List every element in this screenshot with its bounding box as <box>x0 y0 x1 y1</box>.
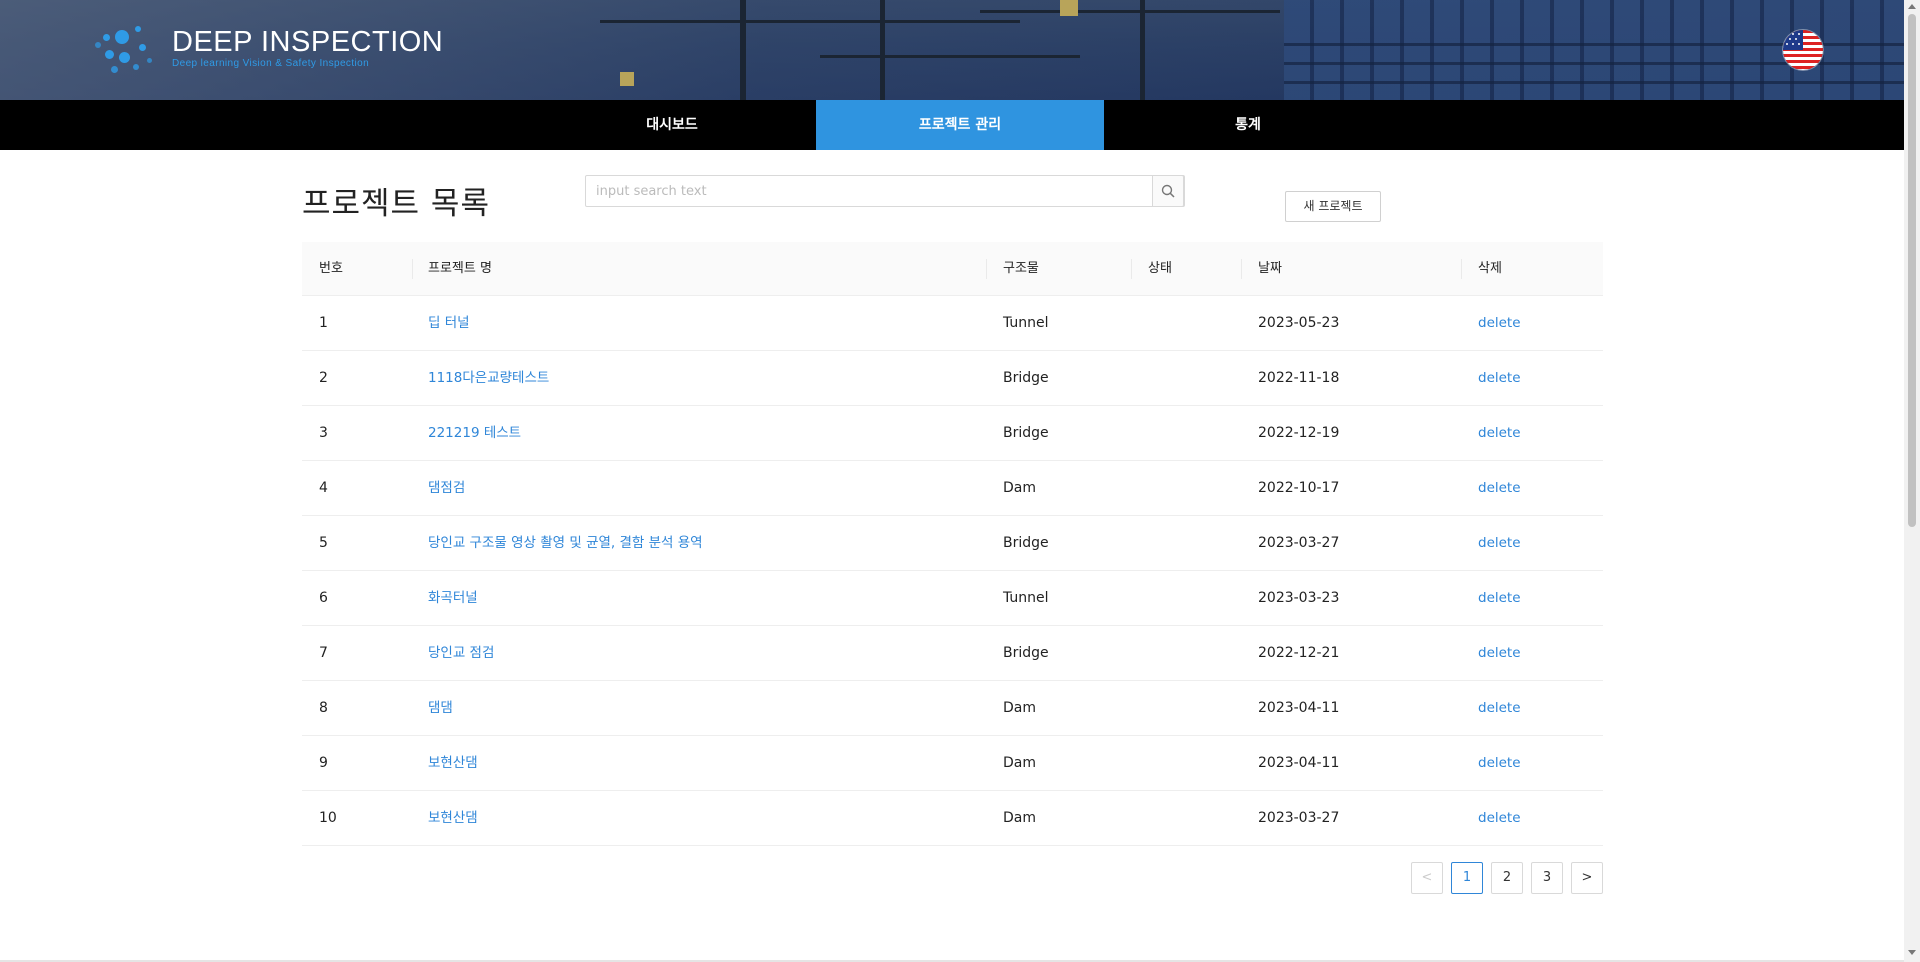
delete-link[interactable]: delete <box>1478 571 1521 626</box>
column-header-number: 번호 <box>319 261 343 276</box>
cell-structure: Dam <box>1003 810 1036 826</box>
page-button-2[interactable]: 2 <box>1491 862 1523 894</box>
table-row: 3 221219 테스트 Bridge 2022-12-19 delete <box>302 406 1603 461</box>
scroll-up-arrow-icon[interactable] <box>1908 4 1916 9</box>
logo-mark-icon <box>95 22 165 77</box>
search-input[interactable] <box>586 176 1152 206</box>
app-window: DEEP INSPECTION Deep learning Vision & S… <box>0 0 1920 962</box>
cell-structure: Dam <box>1003 700 1036 716</box>
column-header-delete: 삭제 <box>1478 261 1502 276</box>
new-project-button[interactable]: 새 프로젝트 <box>1285 191 1381 222</box>
project-name-link[interactable]: 당인교 구조물 영상 촬영 및 균열, 결함 분석 용역 <box>428 516 703 571</box>
project-name-link[interactable]: 보현산댐 <box>428 736 478 791</box>
cell-date: 2022-12-21 <box>1258 645 1340 661</box>
project-name-link[interactable]: 1118다은교량테스트 <box>428 351 549 406</box>
table-header: 번호 프로젝트 명 구조물 상태 날짜 삭제 <box>302 242 1603 296</box>
page-title: 프로젝트 목록 <box>302 186 490 222</box>
cell-date: 2023-05-23 <box>1258 315 1340 331</box>
tab-statistics[interactable]: 통계 <box>1104 100 1392 150</box>
main-nav: 대시보드 프로젝트 관리 통계 <box>0 100 1904 150</box>
cell-structure: Bridge <box>1003 645 1049 661</box>
cell-structure: Dam <box>1003 480 1036 496</box>
cell-number: 6 <box>319 590 328 606</box>
table-row: 7 당인교 점검 Bridge 2022-12-21 delete <box>302 626 1603 681</box>
project-name-link[interactable]: 221219 테스트 <box>428 406 521 461</box>
page-button-3[interactable]: 3 <box>1531 862 1563 894</box>
cell-date: 2023-04-11 <box>1258 700 1340 716</box>
cell-number: 9 <box>319 755 328 771</box>
delete-link[interactable]: delete <box>1478 406 1521 461</box>
cell-structure: Bridge <box>1003 535 1049 551</box>
delete-link[interactable]: delete <box>1478 516 1521 571</box>
pagination: < 1 2 3 > <box>1411 862 1603 894</box>
column-header-status: 상태 <box>1148 261 1172 276</box>
delete-link[interactable]: delete <box>1478 351 1521 406</box>
logo-subtitle: Deep learning Vision & Safety Inspection <box>172 58 370 69</box>
scroll-down-arrow-icon[interactable] <box>1908 950 1916 955</box>
us-flag-icon[interactable] <box>1783 30 1823 70</box>
column-header-date: 날짜 <box>1258 261 1282 276</box>
delete-link[interactable]: delete <box>1478 296 1521 351</box>
cell-date: 2023-03-23 <box>1258 590 1340 606</box>
table-row: 9 보현산댐 Dam 2023-04-11 delete <box>302 736 1603 791</box>
search-button[interactable] <box>1152 175 1184 207</box>
table-row: 8 댐댐 Dam 2023-04-11 delete <box>302 681 1603 736</box>
cell-number: 2 <box>319 370 328 386</box>
cell-date: 2023-03-27 <box>1258 810 1340 826</box>
project-name-link[interactable]: 댐댐 <box>428 681 453 736</box>
cell-structure: Dam <box>1003 755 1036 771</box>
project-name-link[interactable]: 댐점검 <box>428 461 465 516</box>
search-box <box>585 175 1185 207</box>
header-banner: DEEP INSPECTION Deep learning Vision & S… <box>0 0 1904 100</box>
delete-link[interactable]: delete <box>1478 626 1521 681</box>
delete-link[interactable]: delete <box>1478 681 1521 736</box>
cell-number: 3 <box>319 425 328 441</box>
cell-date: 2022-12-19 <box>1258 425 1340 441</box>
tab-project-management[interactable]: 프로젝트 관리 <box>816 100 1104 150</box>
delete-link[interactable]: delete <box>1478 736 1521 791</box>
cell-structure: Tunnel <box>1003 315 1049 331</box>
table-row: 6 화곡터널 Tunnel 2023-03-23 delete <box>302 571 1603 626</box>
next-page-button[interactable]: > <box>1571 862 1603 894</box>
delete-link[interactable]: delete <box>1478 461 1521 516</box>
cell-date: 2022-11-18 <box>1258 370 1340 386</box>
project-name-link[interactable]: 당인교 점검 <box>428 626 494 681</box>
table-row: 2 1118다은교량테스트 Bridge 2022-11-18 delete <box>302 351 1603 406</box>
table-row: 5 당인교 구조물 영상 촬영 및 균열, 결함 분석 용역 Bridge 20… <box>302 516 1603 571</box>
cell-number: 10 <box>319 810 337 826</box>
cell-number: 4 <box>319 480 328 496</box>
project-table: 번호 프로젝트 명 구조물 상태 날짜 삭제 1 딥 터널 Tunnel 202… <box>302 242 1603 846</box>
logo-title[interactable]: DEEP INSPECTION <box>172 26 443 59</box>
cell-date: 2022-10-17 <box>1258 480 1340 496</box>
cell-date: 2023-04-11 <box>1258 755 1340 771</box>
page-button-1[interactable]: 1 <box>1451 862 1483 894</box>
table-row: 10 보현산댐 Dam 2023-03-27 delete <box>302 791 1603 846</box>
column-header-project-name: 프로젝트 명 <box>428 261 492 276</box>
cell-structure: Bridge <box>1003 425 1049 441</box>
vertical-scrollbar[interactable] <box>1904 0 1920 962</box>
table-row: 4 댐점검 Dam 2022-10-17 delete <box>302 461 1603 516</box>
cell-structure: Bridge <box>1003 370 1049 386</box>
project-name-link[interactable]: 화곡터널 <box>428 571 478 626</box>
column-header-structure: 구조물 <box>1003 261 1039 276</box>
cell-number: 1 <box>319 315 328 331</box>
project-name-link[interactable]: 딥 터널 <box>428 296 470 351</box>
table-row: 1 딥 터널 Tunnel 2023-05-23 delete <box>302 296 1603 351</box>
cell-date: 2023-03-27 <box>1258 535 1340 551</box>
search-icon <box>1161 184 1175 198</box>
cell-number: 5 <box>319 535 328 551</box>
scroll-thumb[interactable] <box>1908 14 1916 527</box>
tab-dashboard[interactable]: 대시보드 <box>528 100 816 150</box>
cell-number: 7 <box>319 645 328 661</box>
delete-link[interactable]: delete <box>1478 791 1521 846</box>
project-name-link[interactable]: 보현산댐 <box>428 791 478 846</box>
cell-number: 8 <box>319 700 328 716</box>
prev-page-button[interactable]: < <box>1411 862 1443 894</box>
cell-structure: Tunnel <box>1003 590 1049 606</box>
